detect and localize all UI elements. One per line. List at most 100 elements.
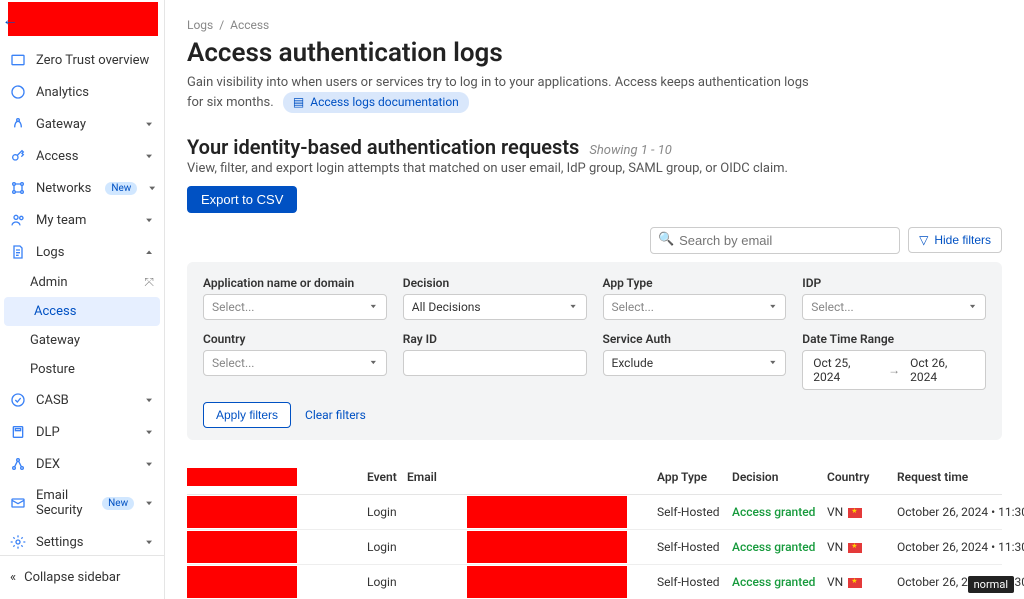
- sidebar-item-label: Analytics: [36, 85, 89, 100]
- chevron-down-icon: ▼: [144, 461, 154, 468]
- col-email: Email: [407, 470, 467, 484]
- sidebar-item-zero-trust-overview[interactable]: Zero Trust overview: [0, 44, 164, 76]
- sidebar-item-my-team[interactable]: My team ▼: [0, 204, 164, 236]
- chevron-down-icon: ▼: [144, 121, 154, 128]
- casb-icon: [10, 392, 26, 408]
- sidebar-sub-gateway[interactable]: Gateway: [0, 326, 164, 355]
- page-title: Access authentication logs: [187, 38, 1002, 68]
- cell-app-redacted: [187, 496, 297, 528]
- filter-datetime-range[interactable]: Oct 25, 2024 → Oct 26, 2024: [802, 350, 986, 390]
- cell-apptype: Self-Hosted: [657, 540, 732, 554]
- overview-icon: [10, 52, 26, 68]
- main-content: Logs / Access Access authentication logs…: [165, 0, 1024, 599]
- sidebar-item-label: Gateway: [36, 117, 86, 132]
- sidebar-item-label: My team: [36, 213, 86, 228]
- sidebar-item-label: CASB: [36, 393, 69, 408]
- dlp-icon: [10, 424, 26, 440]
- export-csv-button[interactable]: Export to CSV: [187, 186, 297, 213]
- filter-decision-select[interactable]: All Decisions▼: [403, 294, 587, 320]
- filter-idp-select[interactable]: Select...▼: [802, 294, 986, 320]
- table-row[interactable]: LoginSelf-HostedAccess grantedVN October…: [187, 565, 1002, 599]
- sidebar-item-label: Access: [36, 149, 78, 164]
- filter-rayid: Ray ID: [403, 332, 587, 390]
- section-title: Your identity-based authentication reque…: [187, 135, 579, 159]
- chevron-down-icon: ▼: [144, 500, 154, 507]
- crossed-arrows-icon: ⤧: [144, 275, 154, 290]
- filter-apptype-select[interactable]: Select...▼: [603, 294, 787, 320]
- new-badge: New: [105, 182, 137, 195]
- sidebar-item-casb[interactable]: CASB ▼: [0, 384, 164, 416]
- clear-filters-link[interactable]: Clear filters: [305, 408, 366, 422]
- analytics-icon: [10, 84, 26, 100]
- logs-table: Event Email App Type Decision Country Re…: [187, 460, 1002, 599]
- sidebar-item-analytics[interactable]: Analytics: [0, 76, 164, 108]
- filter-apptype: App Type Select...▼: [603, 276, 787, 320]
- sidebar-item-email-security[interactable]: Email SecurityNew▼: [0, 480, 164, 526]
- flag-vn-icon: [848, 543, 862, 553]
- logs-icon: [10, 244, 26, 260]
- sidebar-sub-admin[interactable]: Admin⤧: [0, 268, 164, 297]
- filters-panel: Application name or domain Select...▼ De…: [187, 262, 1002, 440]
- logo-redacted: [8, 2, 158, 36]
- cell-email-redacted: [467, 496, 627, 528]
- collapse-sidebar[interactable]: « Collapse sidebar: [0, 555, 164, 599]
- col-decision: Decision: [732, 470, 827, 484]
- sidebar-sub-access[interactable]: Access: [4, 297, 160, 326]
- cell-decision: Access granted: [732, 505, 827, 519]
- table-header: Event Email App Type Decision Country Re…: [187, 460, 1002, 495]
- networks-icon: [10, 180, 26, 196]
- cell-event: Login: [297, 575, 407, 589]
- col-country: Country: [827, 470, 897, 484]
- sidebar-item-access[interactable]: Access▼: [0, 140, 164, 172]
- cell-time: October 26, 2024 • 11:30 PM: [897, 505, 1024, 519]
- col-app-redacted: [187, 468, 297, 486]
- breadcrumb-root[interactable]: Logs: [187, 18, 213, 32]
- filter-app-select[interactable]: Select...▼: [203, 294, 387, 320]
- sidebar-item-networks[interactable]: Networks New ▼: [0, 172, 164, 204]
- filter-svcauth-select[interactable]: Exclude▼: [603, 350, 787, 376]
- cell-email-redacted: [467, 566, 627, 598]
- cell-event: Login: [297, 540, 407, 554]
- chevron-down-icon: ▼: [147, 185, 157, 192]
- cell-apptype: Self-Hosted: [657, 575, 732, 589]
- dex-icon: [10, 456, 26, 472]
- cell-event: Login: [297, 505, 407, 519]
- logo-block: [8, 2, 164, 36]
- filter-icon: ▽: [919, 233, 928, 247]
- sidebar-item-settings[interactable]: Settings▼: [0, 526, 164, 555]
- cell-email-redacted: [467, 531, 627, 563]
- sidebar-item-label: Logs: [36, 245, 64, 260]
- hide-filters-button[interactable]: ▽ Hide filters: [908, 227, 1002, 253]
- filter-country-select[interactable]: Select...▼: [203, 350, 387, 376]
- table-row[interactable]: LoginSelf-HostedAccess grantedVN October…: [187, 495, 1002, 530]
- filter-country: Country Select...▼: [203, 332, 387, 390]
- cell-country: VN: [827, 540, 897, 554]
- filter-svcauth: Service Auth Exclude▼: [603, 332, 787, 390]
- sidebar-item-label: Zero Trust overview: [36, 53, 149, 68]
- doc-link[interactable]: ▤ Access logs documentation: [283, 92, 469, 113]
- status-badge: normal: [968, 576, 1014, 593]
- sidebar-item-dlp[interactable]: DLP▼: [0, 416, 164, 448]
- apply-filters-button[interactable]: Apply filters: [203, 402, 291, 428]
- filter-app: Application name or domain Select...▼: [203, 276, 387, 320]
- chevron-down-icon: ▼: [144, 429, 154, 436]
- section-head: Your identity-based authentication reque…: [187, 135, 1002, 159]
- search-row: 🔍 ▽ Hide filters: [187, 227, 1002, 254]
- back-arrow-icon[interactable]: ←: [2, 10, 18, 30]
- sidebar-item-gateway[interactable]: Gateway ▼: [0, 108, 164, 140]
- cell-time: October 26, 2024 • 11:30 PM: [897, 540, 1024, 554]
- access-icon: [10, 148, 26, 164]
- team-icon: [10, 212, 26, 228]
- chevron-down-icon: ▼: [144, 397, 154, 404]
- sidebar-sub-posture[interactable]: Posture: [0, 355, 164, 384]
- filter-rayid-input[interactable]: [412, 356, 578, 370]
- cell-app-redacted: [187, 531, 297, 563]
- table-row[interactable]: LoginSelf-HostedAccess grantedVN October…: [187, 530, 1002, 565]
- search-input[interactable]: [650, 227, 900, 254]
- chevron-down-icon: ▼: [144, 217, 154, 224]
- sidebar-item-dex[interactable]: DEX▼: [0, 448, 164, 480]
- cell-app-redacted: [187, 566, 297, 598]
- sidebar-item-label: Networks: [36, 181, 91, 196]
- search-box: 🔍: [650, 227, 900, 254]
- sidebar-item-logs[interactable]: Logs▲: [0, 236, 164, 268]
